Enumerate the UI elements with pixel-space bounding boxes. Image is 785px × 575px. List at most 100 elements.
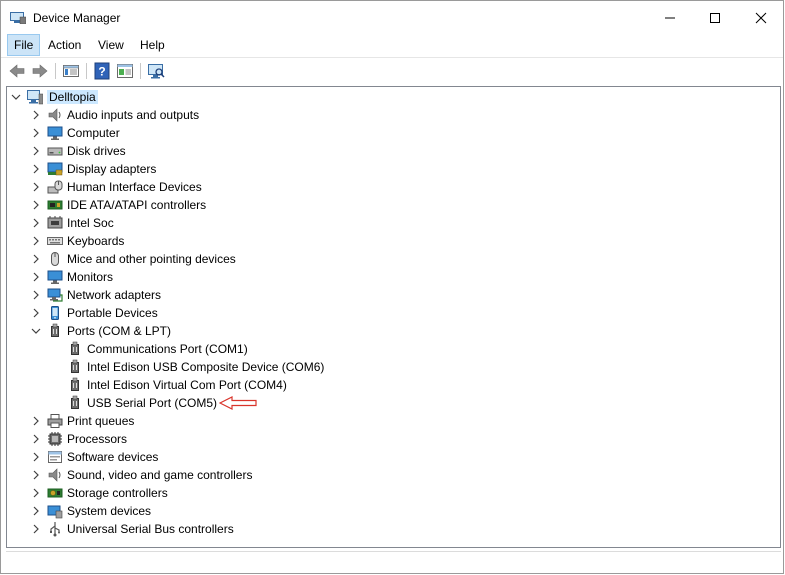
- tree-category-item[interactable]: Ports (COM & LPT): [7, 322, 780, 340]
- properties-icon[interactable]: [116, 62, 134, 80]
- tree-category-item[interactable]: Network adapters: [7, 286, 780, 304]
- tree-root-item[interactable]: Delltopia: [7, 88, 780, 106]
- tree-item-label: System devices: [67, 504, 152, 518]
- tree-category-item[interactable]: Software devices: [7, 448, 780, 466]
- tree-category-item[interactable]: Keyboards: [7, 232, 780, 250]
- chevron-right-icon[interactable]: [30, 181, 42, 193]
- tree-device-item[interactable]: Communications Port (COM1): [7, 340, 780, 358]
- chevron-down-icon[interactable]: [30, 325, 42, 337]
- tree-device-item[interactable]: USB Serial Port (COM5): [7, 394, 780, 412]
- minimize-button[interactable]: [647, 1, 693, 34]
- device-manager-window: Device Manager File Action View Help ? D…: [0, 0, 784, 574]
- title-bar[interactable]: Device Manager: [1, 1, 783, 34]
- menu-help[interactable]: Help: [134, 34, 171, 56]
- chevron-right-icon[interactable]: [30, 127, 42, 139]
- printer-icon: [47, 414, 63, 428]
- tree-category-item[interactable]: Processors: [7, 430, 780, 448]
- menu-view[interactable]: View: [92, 34, 130, 56]
- maximize-icon: [710, 12, 720, 23]
- chevron-right-icon[interactable]: [30, 505, 42, 517]
- chevron-right-icon[interactable]: [30, 109, 42, 121]
- tree-item-label: Computer: [67, 126, 120, 140]
- tree-item-label: Delltopia: [47, 90, 98, 104]
- chevron-right-icon[interactable]: [30, 523, 42, 535]
- port-icon: [71, 377, 79, 391]
- tree-category-item[interactable]: Portable Devices: [7, 304, 780, 322]
- tree-category-item[interactable]: System devices: [7, 502, 780, 520]
- tree-category-item[interactable]: Print queues: [7, 412, 780, 430]
- chevron-right-icon[interactable]: [30, 271, 42, 283]
- tree-item-label: Print queues: [67, 414, 135, 428]
- tree-item-label: Sound, video and game controllers: [67, 468, 253, 482]
- chevron-right-icon[interactable]: [30, 163, 42, 175]
- display-adapter-icon: [47, 162, 63, 176]
- usb-icon: [50, 522, 60, 537]
- chevron-right-icon[interactable]: [30, 199, 42, 211]
- chevron-right-icon[interactable]: [30, 415, 42, 427]
- tree-category-item[interactable]: IDE ATA/ATAPI controllers: [7, 196, 780, 214]
- console-tree-icon[interactable]: [62, 62, 80, 80]
- chevron-right-icon[interactable]: [30, 469, 42, 481]
- speaker-icon: [48, 108, 61, 122]
- tree-category-item[interactable]: Monitors: [7, 268, 780, 286]
- scan-hardware-icon[interactable]: [147, 62, 165, 80]
- close-button[interactable]: [738, 1, 784, 34]
- chevron-right-icon[interactable]: [30, 235, 42, 247]
- tree-item-label: Universal Serial Bus controllers: [67, 522, 234, 536]
- tree-device-item[interactable]: Intel Edison USB Composite Device (COM6): [7, 358, 780, 376]
- chevron-down-icon[interactable]: [10, 91, 22, 103]
- tree-category-item[interactable]: Storage controllers: [7, 484, 780, 502]
- chevron-right-icon[interactable]: [30, 307, 42, 319]
- tree-category-item[interactable]: Mice and other pointing devices: [7, 250, 780, 268]
- tree-item-label: IDE ATA/ATAPI controllers: [67, 198, 207, 212]
- tree-item-label: Portable Devices: [67, 306, 158, 320]
- chevron-right-icon[interactable]: [30, 433, 42, 445]
- tree-item-label: Intel Edison USB Composite Device (COM6): [87, 360, 325, 374]
- annotation-arrow: [219, 396, 257, 410]
- back-icon[interactable]: [8, 62, 26, 80]
- tree-category-item[interactable]: Universal Serial Bus controllers: [7, 520, 780, 538]
- tree-item-label: Ports (COM & LPT): [67, 324, 172, 338]
- menu-file[interactable]: File: [7, 34, 41, 56]
- chevron-right-icon[interactable]: [30, 289, 42, 301]
- device-tree[interactable]: Delltopia Audio inputs and outputs Compute…: [6, 86, 781, 548]
- window-title: Device Manager: [33, 11, 121, 25]
- chevron-right-icon[interactable]: [30, 253, 42, 265]
- tree-category-item[interactable]: Display adapters: [7, 160, 780, 178]
- toolbar: ?: [1, 57, 783, 84]
- mouse-icon: [51, 252, 59, 266]
- tree-device-item[interactable]: Intel Edison Virtual Com Port (COM4): [7, 376, 780, 394]
- tree-category-item[interactable]: Audio inputs and outputs: [7, 106, 780, 124]
- port-icon: [51, 323, 59, 337]
- minimize-icon: [665, 17, 675, 18]
- chevron-right-icon[interactable]: [30, 217, 42, 229]
- forward-icon[interactable]: [31, 62, 49, 80]
- port-icon: [71, 395, 79, 409]
- svg-text:?: ?: [98, 65, 105, 79]
- tree-item-label: Mice and other pointing devices: [67, 252, 236, 266]
- tree-item-label: USB Serial Port (COM5): [87, 396, 218, 410]
- port-icon: [71, 341, 79, 355]
- tree-item-label: Intel Edison Virtual Com Port (COM4): [87, 378, 287, 392]
- computer-icon: [27, 90, 43, 105]
- tree-category-item[interactable]: Computer: [7, 124, 780, 142]
- tree-item-label: Audio inputs and outputs: [67, 108, 200, 122]
- chevron-right-icon[interactable]: [30, 487, 42, 499]
- menu-action[interactable]: Action: [42, 34, 87, 56]
- tree-category-item[interactable]: Sound, video and game controllers: [7, 466, 780, 484]
- tree-category-item[interactable]: Intel Soc: [7, 214, 780, 232]
- tree-item-label: Disk drives: [67, 144, 126, 158]
- help-icon[interactable]: ?: [93, 62, 111, 80]
- maximize-button[interactable]: [692, 1, 738, 34]
- toolbar-separator: [140, 63, 141, 79]
- soc-icon: [47, 216, 63, 229]
- status-bar: [6, 551, 781, 572]
- tree-item-label: Software devices: [67, 450, 159, 464]
- tree-category-item[interactable]: Disk drives: [7, 142, 780, 160]
- chevron-right-icon[interactable]: [30, 145, 42, 157]
- chevron-right-icon[interactable]: [30, 451, 42, 463]
- tree-item-label: Display adapters: [67, 162, 157, 176]
- tree-category-item[interactable]: Human Interface Devices: [7, 178, 780, 196]
- storage-controller-icon: [47, 488, 63, 498]
- port-icon: [71, 359, 79, 373]
